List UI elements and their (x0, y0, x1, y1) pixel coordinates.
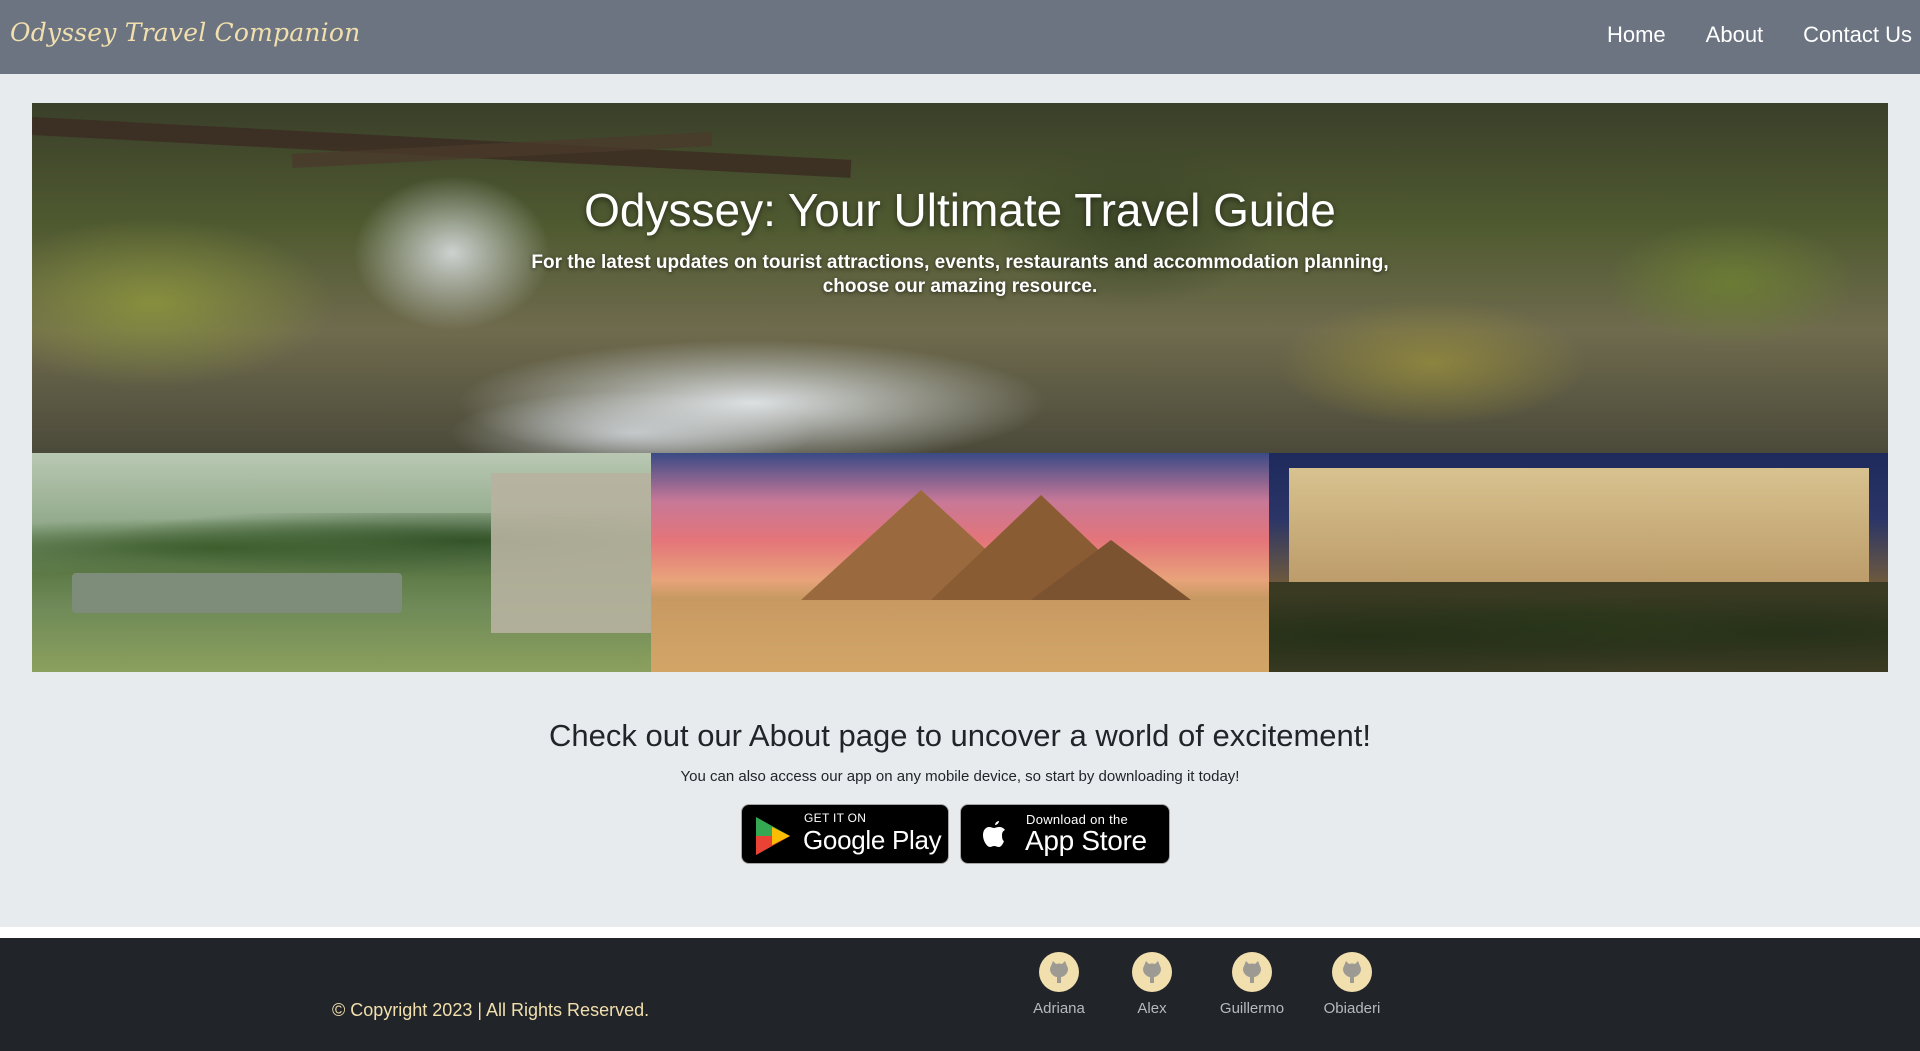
github-icon (1039, 952, 1079, 992)
hero-banner: Odyssey: Your Ultimate Travel Guide For … (32, 103, 1888, 453)
developer-name: Obiaderi (1323, 1000, 1381, 1017)
brand-logo[interactable]: Odyssey Travel Companion (10, 18, 360, 47)
footer-divider (0, 927, 1920, 938)
palace-image (1269, 453, 1889, 672)
cta-subtitle: You can also access our app on any mobil… (680, 768, 1240, 785)
hero-title: Odyssey: Your Ultimate Travel Guide (584, 184, 1336, 236)
pyramids-image (650, 453, 1270, 672)
developer-link-guillermo[interactable]: Guillermo (1202, 952, 1302, 1017)
developer-link-obiaderi[interactable]: Obiaderi (1302, 952, 1402, 1017)
footer: © Copyright 2023 | All Rights Reserved. … (0, 938, 1920, 1051)
navbar: Odyssey Travel Companion Home About Cont… (0, 0, 1920, 74)
developer-name: Adriana (1033, 1000, 1085, 1017)
nav-contact-link[interactable]: Contact Us (1803, 22, 1912, 48)
copyright-text: © Copyright 2023 | All Rights Reserved. (332, 1000, 650, 1020)
image-gallery (32, 453, 1889, 672)
github-icon (1332, 952, 1372, 992)
google-play-label: Google Play (803, 825, 942, 855)
hero-subtitle: For the latest updates on tourist attrac… (32, 251, 1888, 299)
nav-links: Home About Contact Us (1567, 22, 1912, 48)
pyramid-shape (1030, 540, 1191, 600)
google-play-small-label: GET IT ON (804, 811, 867, 825)
garden-building (490, 473, 651, 633)
garden-pond (72, 573, 402, 613)
developer-link-adriana[interactable]: Adriana (1009, 952, 1109, 1017)
developer-name: Guillermo (1219, 1000, 1285, 1017)
cta-title: Check out our About page to uncover a wo… (549, 718, 1371, 753)
apple-icon (983, 821, 1005, 847)
github-icon (1132, 952, 1172, 992)
nav-home-link[interactable]: Home (1607, 22, 1666, 48)
hero-subtitle-line1: For the latest updates on tourist attrac… (531, 252, 1389, 273)
garden-image (32, 453, 651, 672)
google-play-button[interactable]: GET IT ON Google Play (741, 804, 949, 864)
app-store-label: App Store (1025, 825, 1147, 856)
hero-subtitle-line2: choose our amazing resource. (822, 276, 1098, 297)
palace-building (1289, 468, 1870, 598)
app-store-button[interactable]: Download on the App Store (960, 804, 1170, 864)
github-icon (1232, 952, 1272, 992)
palm-trees (1269, 582, 1889, 672)
developer-link-alex[interactable]: Alex (1102, 952, 1202, 1017)
developer-name: Alex (1137, 1000, 1167, 1017)
nav-about-link[interactable]: About (1706, 22, 1764, 48)
